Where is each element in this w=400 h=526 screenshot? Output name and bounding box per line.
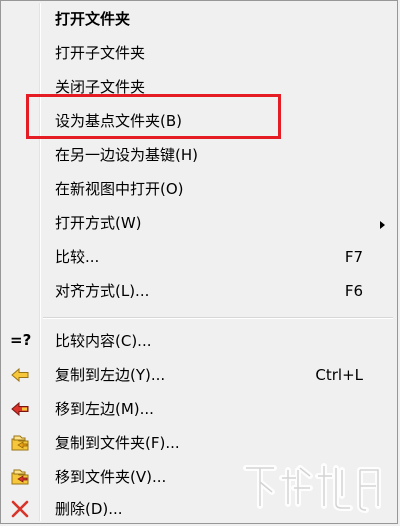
menu-item-label: 对齐方式(L)... <box>55 282 150 300</box>
menu-item-compare-contents[interactable]: =? 比较内容(C)... <box>3 326 395 356</box>
menu-item-label: 打开方式(W) <box>55 214 142 232</box>
menu-item-set-base-other-side[interactable]: 在另一边设为基键(H) <box>3 140 395 170</box>
menu-item-shortcut: F7 <box>344 248 363 266</box>
menu-item-label: 移到左边(M)... <box>55 400 154 418</box>
menu-item-label: 比较... <box>55 248 100 266</box>
delete-x-icon <box>9 499 31 519</box>
watermark-logo <box>238 456 386 516</box>
menu-separator <box>43 317 393 319</box>
context-menu: 打开文件夹 打开子文件夹 关闭子文件夹 设为基点文件夹(B) 在另一边设为基键(… <box>0 0 398 524</box>
menu-item-label: 移到文件夹(V)... <box>55 468 167 486</box>
menu-item-label: 比较内容(C)... <box>55 332 152 350</box>
menu-item-move-to-left[interactable]: 移到左边(M)... <box>3 394 395 424</box>
menu-item-copy-to-folder[interactable]: 复制到文件夹(F)... <box>3 428 395 458</box>
menu-item-compare[interactable]: 比较... F7 <box>3 242 395 272</box>
arrow-left-yellow-icon <box>9 365 31 385</box>
menu-item-label: 打开文件夹 <box>55 10 131 28</box>
submenu-arrow-icon <box>380 221 385 229</box>
menu-item-open-folder[interactable]: 打开文件夹 <box>3 4 395 34</box>
arrow-left-red-icon <box>9 399 31 419</box>
menu-item-open-subfolders[interactable]: 打开子文件夹 <box>3 38 395 68</box>
menu-item-open-with[interactable]: 打开方式(W) <box>3 208 395 238</box>
menu-item-label: 复制到文件夹(F)... <box>55 434 180 452</box>
menu-item-label: 删除(D)... <box>55 500 123 518</box>
menu-item-label: 打开子文件夹 <box>55 44 146 62</box>
annotation-highlight-box <box>26 94 281 139</box>
folder-copy-icon <box>9 433 31 453</box>
equals-question-icon: =? <box>10 331 32 349</box>
menu-item-label: 在新视图中打开(O) <box>55 180 184 198</box>
folder-move-icon <box>9 467 31 487</box>
menu-item-copy-to-left[interactable]: 复制到左边(Y)... Ctrl+L <box>3 360 395 390</box>
menu-item-open-in-new-view[interactable]: 在新视图中打开(O) <box>3 174 395 204</box>
menu-item-label: 复制到左边(Y)... <box>55 366 166 384</box>
menu-item-alignment[interactable]: 对齐方式(L)... F6 <box>3 276 395 306</box>
menu-item-shortcut: F6 <box>344 282 363 300</box>
menu-item-shortcut: Ctrl+L <box>315 366 363 384</box>
menu-item-label: 在另一边设为基键(H) <box>55 146 198 164</box>
